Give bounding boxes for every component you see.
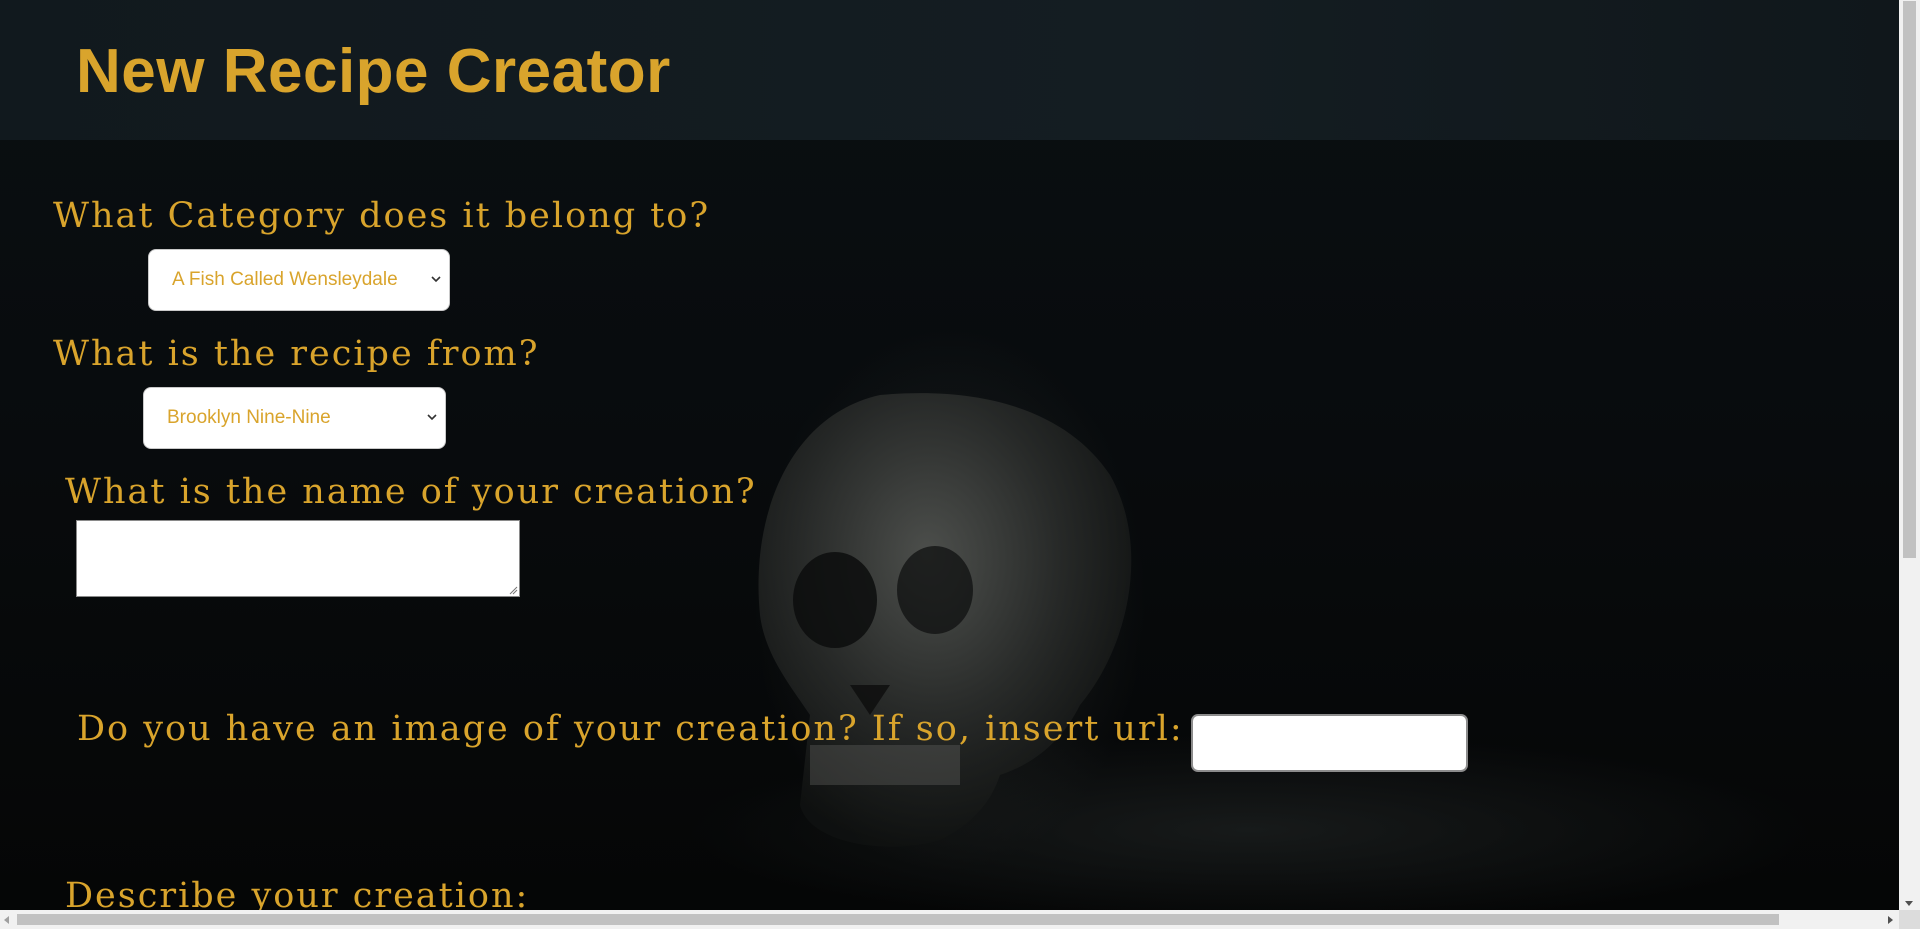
source-select-value: Brooklyn Nine-Nine	[167, 407, 331, 428]
chevron-down-icon	[427, 414, 437, 421]
scroll-right-arrow-icon[interactable]	[1888, 916, 1893, 924]
skull-background-image	[758, 393, 1132, 847]
category-label: What Category does it belong to?	[53, 196, 711, 236]
name-label: What is the name of your creation?	[65, 472, 757, 512]
scrollbar-corner	[1899, 910, 1920, 929]
page-viewport: New Recipe Creator What Category does it…	[0, 0, 1899, 910]
source-label: What is the recipe from?	[53, 334, 540, 374]
image-url-input[interactable]	[1191, 714, 1468, 772]
horizontal-scrollbar-thumb[interactable]	[17, 914, 1779, 925]
scroll-down-arrow-icon[interactable]	[1905, 901, 1913, 906]
creation-name-textarea[interactable]	[76, 520, 520, 597]
source-select[interactable]: Brooklyn Nine-Nine	[143, 387, 446, 449]
horizontal-scrollbar[interactable]	[0, 910, 1899, 929]
vertical-scrollbar-thumb[interactable]	[1903, 1, 1916, 558]
chevron-down-icon	[431, 276, 441, 283]
page-header: New Recipe Creator	[0, 0, 1899, 140]
scroll-left-arrow-icon[interactable]	[4, 916, 9, 924]
description-label: Describe your creation:	[65, 876, 530, 910]
category-select[interactable]: A Fish Called Wensleydale	[148, 249, 450, 311]
vertical-scrollbar[interactable]	[1899, 0, 1920, 910]
category-select-value: A Fish Called Wensleydale	[172, 269, 398, 290]
resize-handle-icon[interactable]	[508, 585, 518, 595]
page-title: New Recipe Creator	[76, 37, 671, 106]
image-url-label: Do you have an image of your creation? I…	[77, 709, 1184, 749]
